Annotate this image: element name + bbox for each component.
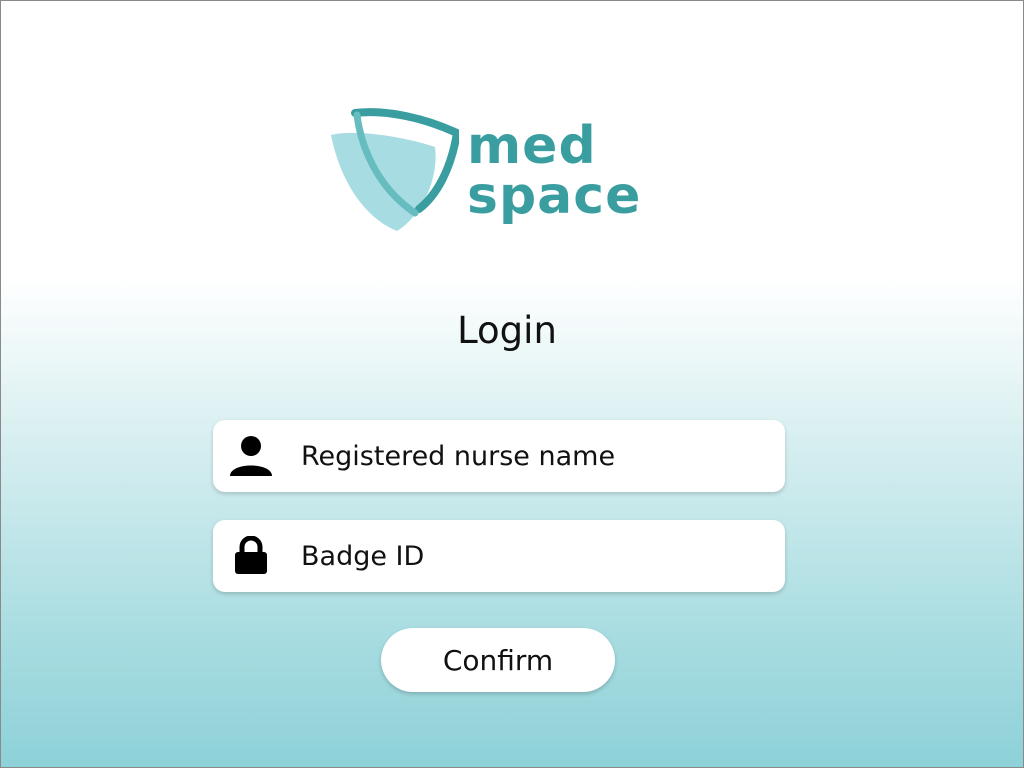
brand-logo: med space: [327, 107, 677, 242]
shield-icon: [331, 108, 459, 231]
badge-id-field[interactable]: [213, 520, 785, 592]
brand-name: med space: [467, 120, 642, 226]
confirm-button[interactable]: Confirm: [381, 628, 615, 692]
nurse-name-field[interactable]: [213, 420, 785, 492]
page-title: Login: [457, 309, 557, 352]
badge-id-input[interactable]: [299, 539, 763, 573]
lock-icon: [227, 536, 275, 576]
nurse-name-input[interactable]: [299, 439, 763, 473]
user-icon: [227, 434, 275, 478]
brand-name-line2: space: [467, 166, 642, 226]
